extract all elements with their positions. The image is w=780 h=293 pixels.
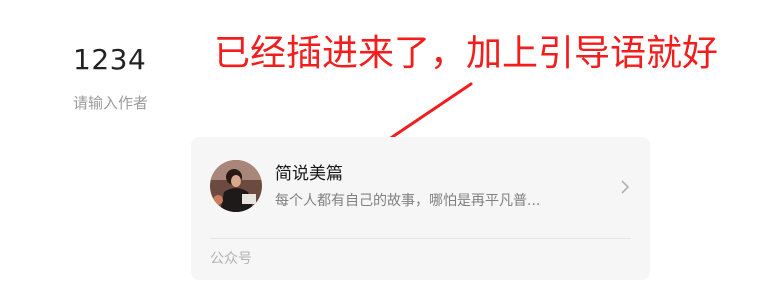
account-profile-row[interactable]: 简说美篇 每个人都有自己的故事，哪怕是再平凡普... — [191, 137, 650, 237]
account-description: 每个人都有自己的故事，哪怕是再平凡普... — [275, 193, 541, 209]
author-input[interactable]: 请输入作者 — [73, 93, 148, 113]
chevron-right-icon — [621, 180, 630, 194]
account-name: 简说美篇 — [275, 164, 343, 184]
annotation-text: 已经插进来了，加上引导语就好 — [214, 33, 719, 74]
card-divider — [210, 238, 631, 239]
article-title[interactable]: 1234 — [73, 40, 146, 80]
editor-page: 1234 请输入作者 已经插进来了，加上引导语就好 简说美篇 每个人都有自己的故… — [0, 0, 780, 293]
account-card: 简说美篇 每个人都有自己的故事，哪怕是再平凡普... 公众号 — [191, 137, 650, 280]
card-footer-label: 公众号 — [210, 251, 252, 267]
avatar — [210, 160, 262, 212]
